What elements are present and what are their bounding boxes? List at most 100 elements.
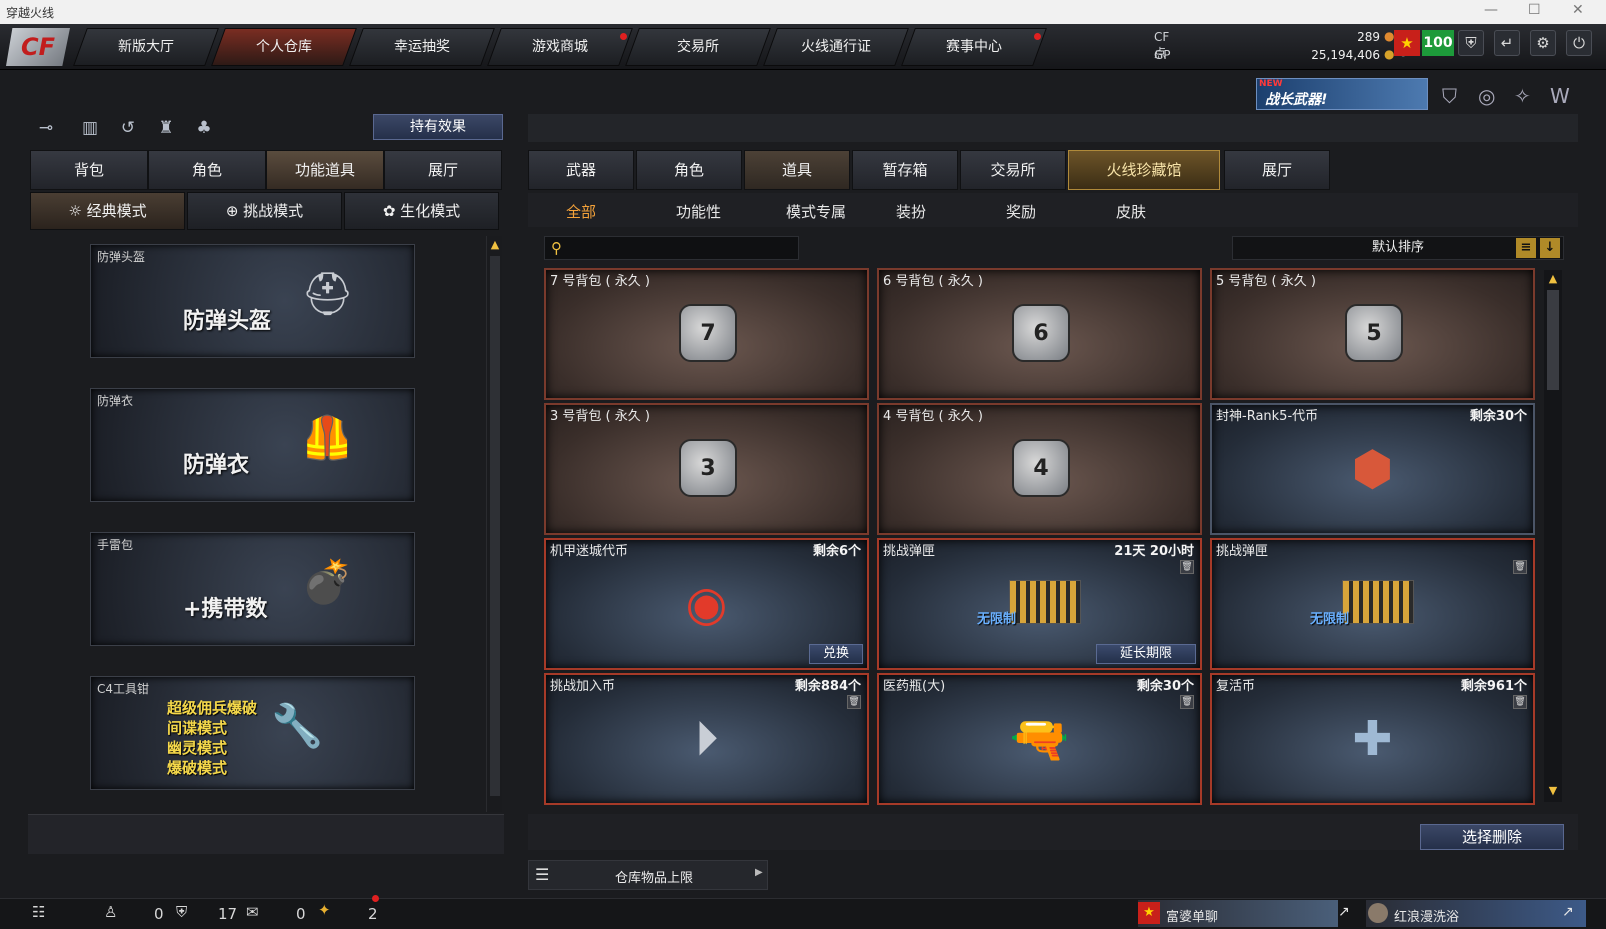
backpack-icon: 6: [1012, 304, 1070, 362]
maximize-icon[interactable]: ☐: [1528, 2, 1541, 18]
gift-icon[interactable]: ✦: [318, 901, 331, 919]
close-icon[interactable]: ✕: [1572, 2, 1584, 18]
chat-icon[interactable]: ✉: [246, 903, 259, 921]
globe-icon[interactable]: ◎: [1478, 84, 1495, 108]
item-name: 机甲迷城代币: [550, 544, 629, 559]
gp-coin-icon: ●: [1384, 47, 1395, 61]
item-card-4[interactable]: 4 号背包 ( 永久 ) 4: [877, 403, 1202, 535]
item-card-2[interactable]: 5 号背包 ( 永久 ) 5: [1210, 268, 1535, 400]
menu-list-icon[interactable]: ☷: [32, 903, 45, 921]
character-icon[interactable]: ♜: [154, 116, 178, 140]
subtab-3[interactable]: 装扮: [896, 201, 926, 222]
item-scroll-up-icon[interactable]: ▲: [1546, 272, 1560, 286]
right-tab-3[interactable]: 暂存箱: [852, 150, 958, 190]
trash-icon[interactable]: 🗑: [1513, 560, 1527, 574]
item-card-11[interactable]: 复活币 剩余961个 🗑 ✚: [1210, 673, 1535, 805]
left-tab-2[interactable]: 功能道具: [266, 150, 384, 190]
grenade-small-icon[interactable]: ♣: [192, 116, 216, 140]
item-card-0[interactable]: 7 号背包 ( 永久 ) 7: [544, 268, 869, 400]
cf-logo[interactable]: CF: [6, 28, 70, 66]
subtab-4[interactable]: 奖励: [1006, 201, 1036, 222]
search-input[interactable]: ⚲: [544, 236, 799, 260]
left-card-0[interactable]: 防弹头盔 防弹头盔 ⛑: [90, 244, 415, 358]
promo-banner[interactable]: NEW 战长武器!: [1256, 78, 1428, 110]
extend-button[interactable]: 延长期限: [1096, 644, 1196, 664]
subtab-2[interactable]: 模式专属: [786, 201, 846, 222]
chat2-avatar: [1368, 903, 1388, 923]
item-scrollbar[interactable]: ▲ ▼: [1544, 270, 1562, 802]
trash-icon[interactable]: 🗑: [1180, 560, 1194, 574]
history-icon[interactable]: ↺: [116, 116, 140, 140]
expand-arrow-icon[interactable]: ▶: [755, 867, 763, 878]
left-scroll-thumb[interactable]: [490, 256, 500, 796]
mode-tab-2[interactable]: ✿ 生化模式: [344, 192, 499, 230]
item-card-1[interactable]: 6 号背包 ( 永久 ) 6: [877, 268, 1202, 400]
ammo-clip-icon: [1342, 580, 1414, 624]
subtab-1[interactable]: 功能性: [676, 201, 721, 222]
badge-icon-1[interactable]: ⛉: [1442, 84, 1457, 108]
sort-dropdown[interactable]: 默认排序: [1232, 236, 1564, 260]
clan-icon[interactable]: ⛨: [176, 903, 187, 921]
storage-limit-bar[interactable]: ☰ 仓库物品上限 ▶: [528, 860, 768, 890]
left-card-2[interactable]: 手雷包 +携带数 💣: [90, 532, 415, 646]
message-count: 0: [296, 905, 306, 923]
list-view-icon[interactable]: ≡: [1516, 238, 1536, 258]
item-card-9[interactable]: 挑战加入币 剩余884个 🗑 ⏵: [544, 673, 869, 805]
minimize-icon[interactable]: —: [1484, 2, 1498, 18]
star-rank-icon[interactable]: ★: [1394, 30, 1420, 56]
right-tab-4[interactable]: 交易所: [960, 150, 1066, 190]
scroll-up-icon[interactable]: ▲: [488, 238, 502, 252]
chat1-popout-icon[interactable]: ↗: [1338, 904, 1350, 920]
subtab-5[interactable]: 皮肤: [1116, 201, 1146, 222]
vest-icon: 🦺: [301, 413, 354, 462]
chat-window-2[interactable]: 红浪漫洗浴 ↗: [1366, 900, 1586, 927]
item-card-7[interactable]: 挑战弹匣 21天 20小时 🗑 无限制 延长期限: [877, 538, 1202, 670]
right-tab-1[interactable]: 角色: [636, 150, 742, 190]
grenade-icon: 💣: [301, 557, 354, 606]
item-card-3[interactable]: 3 号背包 ( 永久 ) 3: [544, 403, 869, 535]
key-icon[interactable]: ⊸: [34, 116, 58, 140]
exchange-button[interactable]: 兑换: [809, 644, 863, 664]
mode-tab-1[interactable]: ⊕ 挑战模式: [187, 192, 342, 230]
left-tab-3[interactable]: 展厅: [384, 150, 502, 190]
item-name: 复活币: [1216, 679, 1256, 694]
left-card-1[interactable]: 防弹衣 防弹衣 🦺: [90, 388, 415, 502]
item-card-10[interactable]: 医药瓶(大) 剩余30个 🗑 🔫: [877, 673, 1202, 805]
trash-icon[interactable]: 🗑: [1513, 695, 1527, 709]
item-name: 挑战弹匣: [1216, 544, 1269, 559]
select-delete-button[interactable]: 选择删除: [1420, 824, 1564, 850]
friends-icon[interactable]: ♙: [104, 903, 117, 921]
power-icon[interactable]: ⏻: [1566, 30, 1592, 56]
return-icon[interactable]: ↵: [1494, 30, 1520, 56]
item-card-8[interactable]: 挑战弹匣 🗑 无限制: [1210, 538, 1535, 670]
hold-effect-button[interactable]: 持有效果: [373, 114, 503, 140]
settings-icon[interactable]: ⚙: [1530, 30, 1556, 56]
left-tab-0[interactable]: 背包: [30, 150, 148, 190]
right-tab-6[interactable]: 展厅: [1224, 150, 1330, 190]
item-scroll-down-icon[interactable]: ▼: [1546, 784, 1560, 798]
sort-desc-icon[interactable]: ↓: [1540, 238, 1560, 258]
chat-window-1[interactable]: ★ 富婆单聊 ↗: [1138, 900, 1350, 927]
cf-coin-icon: ●: [1384, 29, 1395, 43]
right-tab-5[interactable]: 火线珍藏馆: [1068, 150, 1220, 190]
chat2-popout-icon[interactable]: ↗: [1562, 904, 1574, 920]
item-scroll-thumb[interactable]: [1547, 290, 1559, 390]
item-name: 6 号背包 ( 永久 ): [883, 274, 983, 289]
right-tab-0[interactable]: 武器: [528, 150, 634, 190]
item-card-5[interactable]: 封神-Rank5-代币 剩余30个 ⬢: [1210, 403, 1535, 535]
right-tab-2[interactable]: 道具: [744, 150, 850, 190]
left-tab-1[interactable]: 角色: [148, 150, 266, 190]
subtab-0[interactable]: 全部: [566, 201, 596, 222]
left-scrollbar[interactable]: ▲: [486, 236, 502, 812]
item-count: 剩余6个: [812, 544, 861, 559]
trash-icon[interactable]: 🗑: [1180, 695, 1194, 709]
mode-tab-0[interactable]: ☼ 经典模式: [30, 192, 185, 230]
wings-icon[interactable]: W: [1550, 84, 1570, 108]
shield-icon[interactable]: ⛨: [1458, 30, 1484, 56]
item-card-6[interactable]: 机甲迷城代币 剩余6个 ◉ 兑换: [544, 538, 869, 670]
c4-mode-line: 幽灵模式: [167, 739, 228, 757]
sparkle-icon[interactable]: ✧: [1514, 84, 1531, 108]
stats-icon[interactable]: ▥: [78, 116, 102, 140]
trash-icon[interactable]: 🗑: [847, 695, 861, 709]
left-card-3[interactable]: C4工具钳 超级佣兵爆破 间谍模式 幽灵模式 爆破模式 🔧: [90, 676, 415, 790]
